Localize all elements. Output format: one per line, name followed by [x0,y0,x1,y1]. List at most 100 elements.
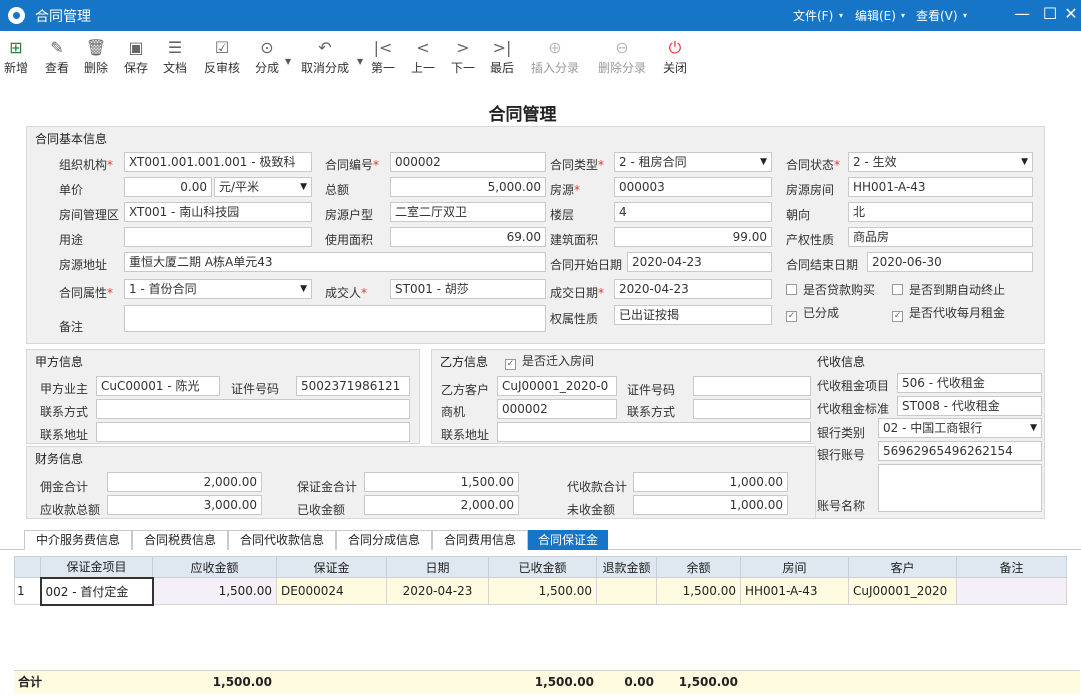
bank-acc-field[interactable]: 56962965496262154 [878,441,1042,461]
close-window-icon[interactable]: ✕ [1061,4,1081,23]
right-field[interactable]: 已出证按揭 [614,305,772,325]
tab-service-fee[interactable]: 中介服务费信息 [24,530,132,550]
column-header[interactable]: 日期 [386,556,489,578]
receivable-field[interactable]: 3,000.00 [107,495,262,515]
party-a-addr-field[interactable] [96,422,410,442]
split-caret-icon[interactable]: ▼ [285,57,291,66]
org-field[interactable]: XT001.001.001.001 - 极致科 [124,152,312,172]
view-button[interactable]: ✎ 查看 [42,37,72,76]
contract-type-select[interactable]: 2 - 租房合同 ▼ [614,152,772,172]
minimize-icon[interactable]: — [1012,4,1032,23]
status-select[interactable]: 2 - 生效 ▼ [848,152,1033,172]
zone-field[interactable]: XT001 - 南山科技园 [124,202,312,222]
room-field[interactable]: HH001-A-43 [848,177,1033,197]
usable-area-field[interactable]: 69.00 [390,227,546,247]
start-date-field[interactable]: 2020-04-23 [627,252,772,272]
build-area-field[interactable]: 99.00 [614,227,772,247]
unaudit-button[interactable]: ☑ 反审核 [202,37,242,76]
cancel-split-button[interactable]: ↶ 取消分成 [297,37,353,76]
column-header[interactable]: 保证金项目 [40,556,153,578]
menu-file[interactable]: 文件(F) [793,7,833,24]
column-header[interactable]: 退款金额 [596,556,657,578]
tab-deposit[interactable]: 合同保证金 [528,530,608,550]
contract-no-field[interactable]: 000002 [390,152,546,172]
cell-date[interactable]: 2020-04-23 [386,577,489,605]
close-button[interactable]: ⏻ 关闭 [660,37,690,76]
price-field[interactable]: 0.00 [124,177,212,197]
layout-field[interactable]: 二室二厅双卫 [390,202,546,222]
column-header[interactable]: 备注 [956,556,1067,578]
commission-field[interactable]: 2,000.00 [107,472,262,492]
moved-in-checkbox[interactable]: ✓ 是否迁入房间 [505,352,594,370]
price-unit-select[interactable]: 元/平米 ▼ [214,177,312,197]
dealer-field[interactable]: ST001 - 胡莎 [390,279,546,299]
unreceived-field[interactable]: 1,000.00 [633,495,788,515]
party-b-addr-field[interactable] [497,422,811,442]
doc-button[interactable]: ☰ 文档 [160,37,190,76]
cell-room[interactable]: HH001-A-43 [740,577,849,605]
save-button[interactable]: ▣ 保存 [121,37,151,76]
collect-item-field[interactable]: 506 - 代收租金 [897,373,1042,393]
tab-expense[interactable]: 合同费用信息 [432,530,528,550]
party-a-contact-field[interactable] [96,399,410,419]
remark-field[interactable] [124,305,546,332]
collect-total-field[interactable]: 1,000.00 [633,472,788,492]
address-field[interactable]: 重恒大厦二期 A栋A单元43 [124,252,546,272]
column-header[interactable]: 房间 [740,556,849,578]
floor-field[interactable]: 4 [614,202,772,222]
party-a-id-field[interactable]: 5002371986121 [296,376,410,396]
column-header[interactable]: 应收金额 [152,556,277,578]
collect-std-field[interactable]: ST008 - 代收租金 [897,396,1042,416]
monthly-rent-checkbox[interactable]: ✓ 是否代收每月租金 [892,304,1005,322]
menu-view[interactable]: 查看(V) [916,7,958,24]
column-header[interactable]: 余额 [656,556,741,578]
customer-field[interactable]: CuJ00001_2020-0 [497,376,617,396]
cell-refund[interactable] [596,577,657,605]
deposit-total-field[interactable]: 1,500.00 [364,472,519,492]
end-date-field[interactable]: 2020-06-30 [867,252,1033,272]
prev-button[interactable]: < 上一 [409,37,437,76]
deal-date-field[interactable]: 2020-04-23 [614,279,772,299]
table-row[interactable]: 1 002 - 首付定金 1,500.00 DE000024 2020-04-2… [14,576,1067,606]
menu-edit[interactable]: 编辑(E) [855,7,896,24]
tab-tax[interactable]: 合同税费信息 [132,530,228,550]
insert-entry-button[interactable]: ⊕ 插入分录 [528,37,582,76]
tab-split[interactable]: 合同分成信息 [336,530,432,550]
cell-deposit[interactable]: DE000024 [276,577,387,605]
cell-received[interactable]: 1,500.00 [488,577,597,605]
auto-end-checkbox[interactable]: 是否到期自动终止 [892,281,1005,298]
first-button[interactable]: |< 第一 [369,37,397,76]
orientation-field[interactable]: 北 [848,202,1033,222]
cancel-split-caret-icon[interactable]: ▼ [357,57,363,66]
acc-name-field[interactable] [878,464,1042,512]
party-b-id-field[interactable] [693,376,811,396]
cell-customer[interactable]: CuJ00001_2020 [848,577,957,605]
column-header[interactable]: 已收金额 [488,556,597,578]
owner-field[interactable]: CuC00001 - 陈光 [96,376,220,396]
loan-checkbox[interactable]: 是否贷款购买 [786,281,875,298]
delete-button[interactable]: 🗑 删除 [81,37,111,76]
column-header[interactable]: 保证金 [276,556,387,578]
cell-receivable[interactable]: 1,500.00 [152,577,277,605]
new-button[interactable]: ⊞ 新增 [3,37,29,76]
last-button[interactable]: >| 最后 [488,37,516,76]
maximize-icon[interactable]: ☐ [1040,4,1060,23]
total-field[interactable]: 5,000.00 [390,177,546,197]
tab-collect[interactable]: 合同代收款信息 [228,530,336,550]
opp-field[interactable]: 000002 [497,399,617,419]
bank-type-select[interactable]: 02 - 中国工商银行 ▼ [878,418,1042,438]
column-header[interactable]: 客户 [848,556,957,578]
attr-select[interactable]: 1 - 首份合同 ▼ [124,279,312,299]
next-button[interactable]: > 下一 [449,37,477,76]
usage-field[interactable] [124,227,312,247]
cell-remark[interactable] [956,577,1067,605]
received-field[interactable]: 2,000.00 [364,495,519,515]
delete-entry-button[interactable]: ⊖ 删除分录 [595,37,649,76]
cell-item[interactable]: 002 - 首付定金 [39,576,154,606]
source-field[interactable]: 000003 [614,177,772,197]
party-b-contact-field[interactable] [693,399,811,419]
split-checkbox[interactable]: ✓ 已分成 [786,304,839,322]
cell-balance[interactable]: 1,500.00 [656,577,741,605]
split-button[interactable]: ⊙ 分成 [252,37,282,76]
property-field[interactable]: 商品房 [848,227,1033,247]
